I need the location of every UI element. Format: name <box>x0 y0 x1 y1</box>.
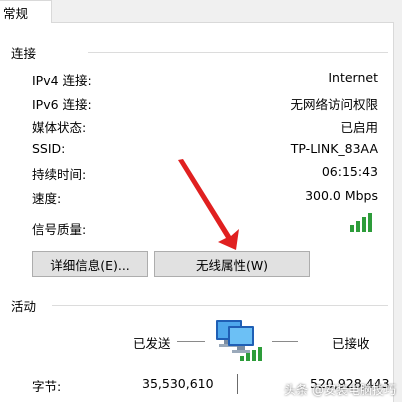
sent-label: 已发送 <box>133 336 171 351</box>
ipv4-label: IPv4 连接: <box>32 73 92 88</box>
ssid-value: TP-LINK_83AA <box>290 141 378 156</box>
details-button[interactable]: 详细信息(E)... <box>32 251 148 277</box>
signal-quality-label: 信号质量: <box>32 222 87 237</box>
signal-strength-icon <box>348 210 376 232</box>
duration-label: 持续时间: <box>32 167 87 182</box>
signal-bar <box>368 213 372 232</box>
bytes-sent-value: 35,530,610 <box>142 376 214 391</box>
bytes-label: 字节: <box>32 379 62 394</box>
activity-group-line <box>52 305 388 306</box>
signal-bar <box>356 221 360 232</box>
signal-bar <box>362 217 366 232</box>
received-line <box>272 341 298 342</box>
duration-value: 06:15:43 <box>321 164 378 179</box>
sent-line <box>177 341 205 342</box>
watermark-text: 头条 @安装电脑技巧 <box>284 383 396 397</box>
connection-group-title: 连接 <box>11 46 37 61</box>
tab-strip: 常规 <box>0 0 402 23</box>
media-state-value: 已启用 <box>340 120 378 135</box>
ipv6-value: 无网络访问权限 <box>290 97 378 112</box>
ipv6-label: IPv6 连接: <box>32 97 92 112</box>
ipv4-value: Internet <box>328 70 378 85</box>
media-state-label: 媒体状态: <box>32 120 87 135</box>
signal-bar <box>350 225 354 232</box>
tab-general-label: 常规 <box>3 6 29 21</box>
tab-general[interactable]: 常规 <box>0 0 52 23</box>
bytes-divider <box>237 374 238 394</box>
activity-group-title: 活动 <box>11 299 37 314</box>
ssid-label: SSID: <box>32 141 66 156</box>
speed-value: 300.0 Mbps <box>305 188 378 203</box>
connection-group-line <box>88 52 388 53</box>
network-computers-icon <box>216 320 262 361</box>
received-label: 已接收 <box>332 336 370 351</box>
wireless-properties-button[interactable]: 无线属性(W) <box>154 251 310 277</box>
speed-label: 速度: <box>32 191 62 206</box>
